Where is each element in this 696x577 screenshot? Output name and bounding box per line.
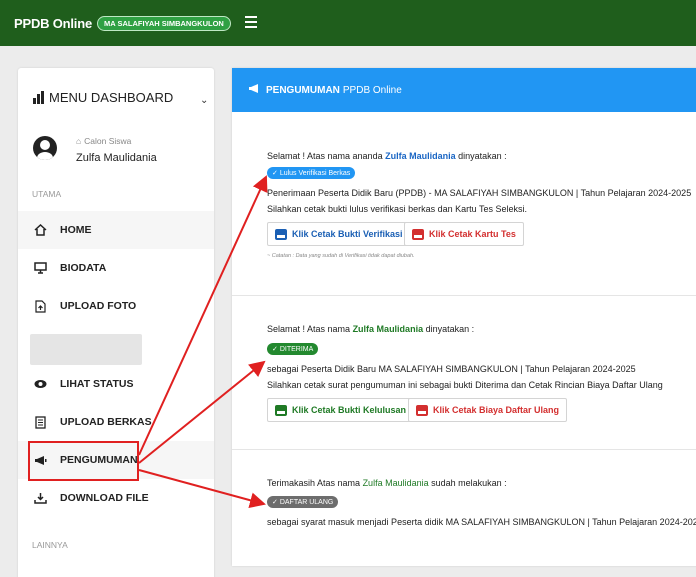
printer-icon — [275, 404, 287, 416]
sidebar-item-pengumuman[interactable]: PENGUMUMAN — [18, 441, 214, 479]
note-text: ~ Catatan : Data yang sudah di Verifikas… — [267, 253, 415, 259]
school-badge: MA SALAFIYAH SIMBANGKULON — [96, 15, 231, 31]
print-reregistration-fee-button[interactable]: Klik Cetak Biaya Daftar Ulang — [408, 398, 568, 422]
divider — [232, 295, 696, 296]
avatar — [33, 136, 57, 160]
menu-dashboard-title: MENU DASHBOARD — [49, 89, 174, 105]
user-panel: ⌂ Calon Siswa Zulfa Maulidania — [18, 126, 214, 180]
badge-label: DITERIMA — [279, 346, 314, 353]
hamburger-menu-icon[interactable] — [245, 16, 257, 28]
announcement-line: Penerimaan Peserta Didik Baru (PPDB) - M… — [267, 188, 692, 198]
announcement-intro: Terimakasih Atas nama Zulfa Maulidania s… — [267, 478, 507, 488]
document-icon — [33, 415, 47, 429]
sidebar-item-label: DOWNLOAD FILE — [60, 492, 149, 504]
announcement-panel: PENGUMUMAN PPDB Online Selamat ! Atas na… — [232, 68, 696, 566]
panel-title: PENGUMUMAN — [266, 84, 340, 96]
sidebar-item-home[interactable]: HOME — [18, 211, 214, 249]
home-icon — [33, 223, 47, 237]
intro-suffix: dinyatakan : — [458, 151, 507, 161]
intro-suffix: sudah melakukan : — [431, 478, 507, 488]
announcement-line: sebagai syarat masuk menjadi Peserta did… — [267, 517, 696, 527]
sidebar-item-download-file[interactable]: DOWNLOAD FILE — [18, 479, 214, 517]
intro-text: Terimakasih Atas nama — [267, 478, 361, 488]
announcement-line: Silahkan cetak bukti lulus verifikasi be… — [267, 204, 527, 214]
announcement-intro: Selamat ! Atas nama ananda Zulfa Maulida… — [267, 151, 507, 161]
school-icon: ⌂ — [76, 136, 82, 146]
panel-subtitle: PPDB Online — [342, 84, 402, 96]
megaphone-icon — [33, 453, 47, 467]
file-upload-icon — [33, 299, 47, 313]
sidebar-item-upload-berkas[interactable]: UPLOAD BERKAS — [18, 403, 214, 441]
status-badge: ✓ DAFTAR ULANG — [267, 496, 339, 508]
monitor-icon — [33, 261, 47, 275]
placeholder-block — [30, 334, 142, 365]
divider — [232, 449, 696, 450]
sidebar-item-label: LIHAT STATUS — [60, 378, 134, 390]
eye-icon — [33, 377, 47, 391]
button-label: Klik Cetak Kartu Tes — [429, 229, 516, 239]
menu-dashboard-header[interactable]: MENU DASHBOARD ⌄ — [18, 68, 214, 126]
student-name: Zulfa Maulidania — [362, 478, 429, 488]
announcement-line: sebagai Peserta Didik Baru MA SALAFIYAH … — [267, 364, 636, 374]
status-badge: ✓ DITERIMA — [267, 343, 319, 355]
top-navbar: PPDB Online MA SALAFIYAH SIMBANGKULON — [0, 0, 696, 46]
panel-header: PENGUMUMAN PPDB Online — [232, 68, 696, 112]
printer-icon — [412, 228, 424, 240]
chevron-down-icon[interactable]: ⌄ — [200, 95, 208, 106]
print-graduation-button[interactable]: Klik Cetak Bukti Kelulusan — [267, 398, 415, 422]
intro-text: Selamat ! Atas nama ananda — [267, 151, 383, 161]
print-test-card-button[interactable]: Klik Cetak Kartu Tes — [404, 222, 524, 246]
badge-label: Lulus Verifikasi Berkas — [279, 170, 351, 177]
print-verification-button[interactable]: Klik Cetak Bukti Verifikasi — [267, 222, 411, 246]
download-icon — [33, 491, 47, 505]
sidebar-item-upload-foto[interactable]: UPLOAD FOTO — [18, 287, 214, 325]
student-name: Zulfa Maulidania — [352, 324, 424, 334]
sidebar-item-label: UPLOAD FOTO — [60, 300, 137, 312]
sidebar-item-label: BIODATA — [60, 262, 107, 274]
bar-chart-icon — [33, 90, 44, 104]
user-role: Calon Siswa — [84, 136, 132, 146]
button-label: Klik Cetak Bukti Verifikasi — [292, 229, 403, 239]
button-label: Klik Cetak Biaya Daftar Ulang — [433, 405, 560, 415]
app-brand[interactable]: PPDB Online — [14, 16, 92, 31]
badge-label: DAFTAR ULANG — [279, 499, 334, 506]
announcement-intro: Selamat ! Atas nama Zulfa Maulidania din… — [267, 324, 474, 334]
user-name: Zulfa Maulidania — [76, 152, 157, 164]
intro-suffix: dinyatakan : — [425, 324, 475, 334]
student-name: Zulfa Maulidania — [385, 151, 456, 161]
printer-icon — [416, 404, 428, 416]
sidebar-item-label: UPLOAD BERKAS — [60, 416, 152, 428]
announcement-line: Silahkan cetak surat pengumuman ini seba… — [267, 380, 663, 390]
sidebar-item-label: PENGUMUMAN — [60, 454, 138, 466]
sidebar-item-lihat-status[interactable]: LIHAT STATUS — [18, 365, 214, 403]
sidebar-item-biodata[interactable]: BIODATA — [18, 249, 214, 287]
intro-text: Selamat ! Atas nama — [267, 324, 351, 334]
status-badge: ✓ Lulus Verifikasi Berkas — [267, 167, 356, 179]
section-label-utama: UTAMA — [32, 189, 62, 199]
section-label-lainnya: LAINNYA — [32, 540, 68, 550]
sidebar-item-label: HOME — [60, 224, 92, 236]
printer-icon — [275, 228, 287, 240]
sidebar: MENU DASHBOARD ⌄ ⌂ Calon Siswa Zulfa Maul… — [18, 68, 214, 577]
megaphone-icon — [248, 83, 261, 97]
button-label: Klik Cetak Bukti Kelulusan — [292, 405, 407, 415]
